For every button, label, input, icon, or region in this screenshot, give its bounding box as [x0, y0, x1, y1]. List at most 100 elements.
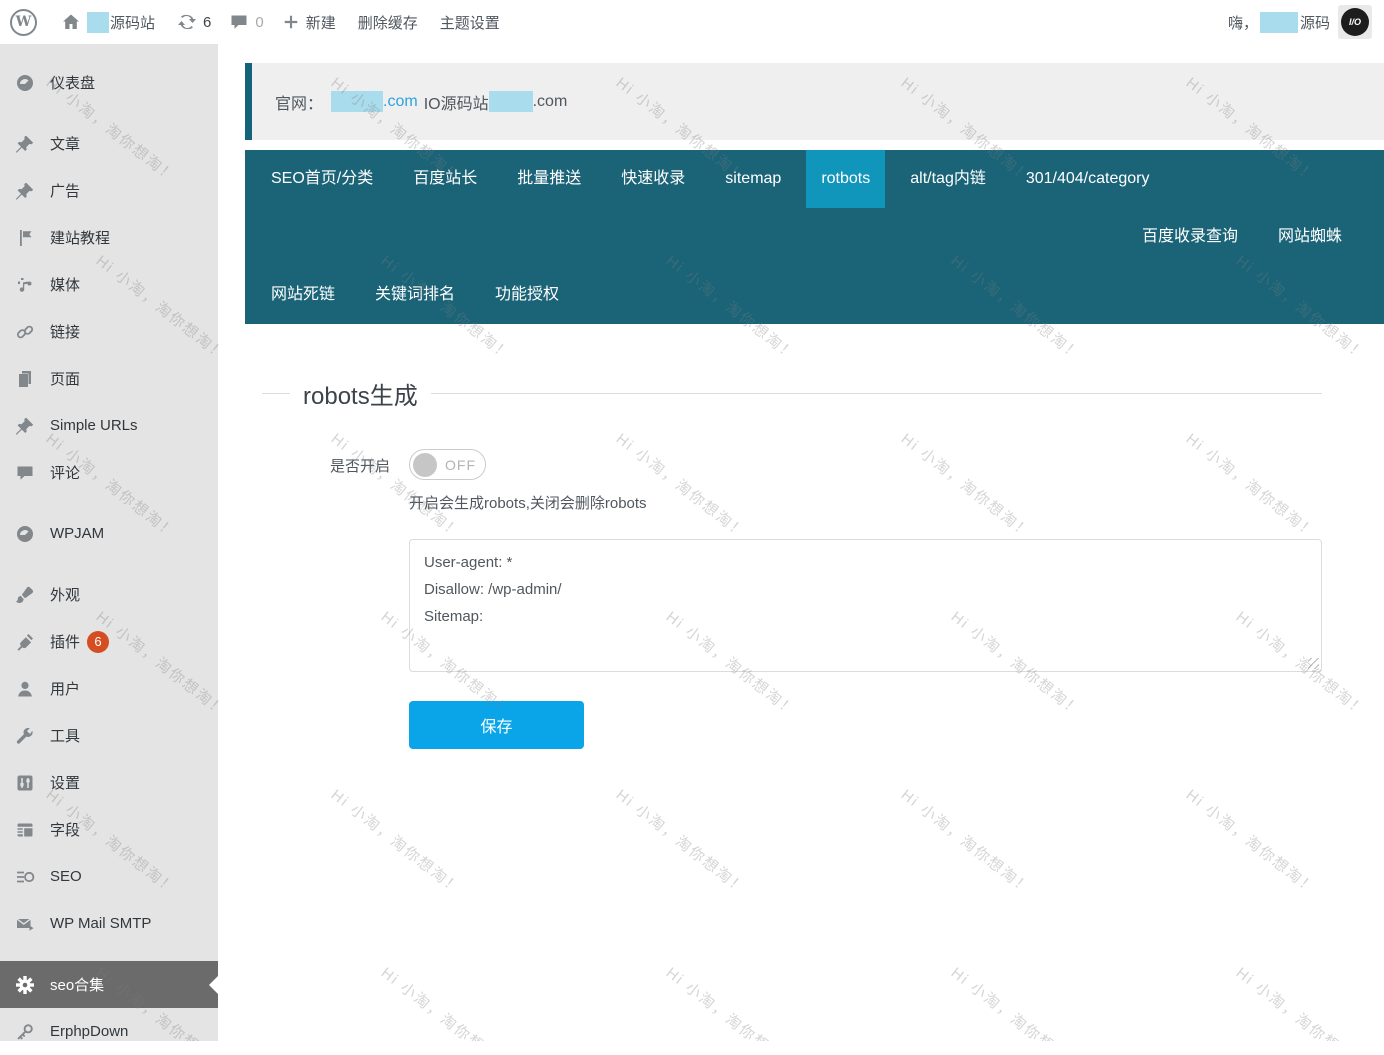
tab-rotbots[interactable]: rotbots [806, 150, 885, 208]
sidebar-item-links[interactable]: 链接 [0, 308, 218, 355]
pushpin-icon [15, 181, 35, 201]
wordpress-menu[interactable]: W [10, 9, 37, 36]
enable-label: 是否开启 [262, 449, 409, 480]
sidebar-item-tools[interactable]: 工具 [0, 712, 218, 759]
pushpin-icon [15, 416, 35, 436]
enable-row: 是否开启 OFF [262, 449, 1322, 480]
tab-site-spider[interactable]: 网站蜘蛛 [1263, 208, 1357, 266]
user-icon [15, 679, 35, 699]
tab-sitemap[interactable]: sitemap [710, 150, 796, 208]
sidebar-item-wp-mail-smtp[interactable]: WP Mail SMTP [0, 900, 218, 947]
save-row: 保存 [409, 677, 1322, 749]
tab-alt-tag-internal-link[interactable]: alt/tag内链 [895, 150, 1001, 208]
sidebar-item-ads[interactable]: 广告 [0, 167, 218, 214]
tab-keyword-ranking[interactable]: 关键词排名 [360, 266, 470, 324]
plus-icon [282, 13, 300, 31]
plugin-update-badge: 6 [87, 631, 109, 653]
enable-toggle[interactable]: OFF [409, 449, 486, 480]
tab-baidu-webmaster[interactable]: 百度站长 [398, 150, 492, 208]
sidebar-item-media[interactable]: 媒体 [0, 261, 218, 308]
sidebar-item-label: 插件 [50, 631, 80, 652]
pushpin-icon [15, 134, 35, 154]
censored-user-prefix [1260, 12, 1298, 33]
seo-plugin-nav: SEO首页/分类 百度站长 批量推送 快速收录 sitemap rotbots … [245, 150, 1384, 324]
seo-lines-icon [15, 867, 35, 887]
content-area: 官网： .com IO源码站 .com SEO首页/分类 百度站长 批量推送 快… [218, 44, 1384, 1041]
sidebar-item-site-tutorial[interactable]: 建站教程 [0, 214, 218, 261]
wordpress-logo-icon: W [10, 9, 37, 36]
brush-icon [15, 585, 35, 605]
tab-seo-home-category[interactable]: SEO首页/分类 [256, 150, 388, 208]
sidebar-item-label: 页面 [50, 368, 80, 389]
sidebar-item-wpjam[interactable]: WPJAM [0, 510, 218, 557]
sidebar-item-label: Simple URLs [50, 417, 138, 434]
sidebar-item-seo-collection[interactable]: seo合集 [0, 961, 218, 1008]
notice-prefix: 官网： [275, 90, 323, 114]
tab-baidu-index-query[interactable]: 百度收录查询 [1127, 208, 1253, 266]
sidebar-item-label: 评论 [50, 462, 80, 483]
section-head: robots生成 [262, 376, 1322, 411]
sidebar-item-users[interactable]: 用户 [0, 665, 218, 712]
gear-icon [15, 975, 35, 995]
sidebar-item-comments[interactable]: 评论 [0, 449, 218, 496]
sidebar-item-pages[interactable]: 页面 [0, 355, 218, 402]
tab-feature-authorization[interactable]: 功能授权 [480, 266, 574, 324]
sidebar-item-label: 媒体 [50, 274, 80, 295]
table-icon [15, 820, 35, 840]
sidebar-item-seo[interactable]: SEO [0, 853, 218, 900]
new-content-link[interactable]: 新建 [282, 12, 336, 33]
sidebar-item-plugins[interactable]: 插件 6 [0, 618, 218, 665]
sidebar-item-erphpdown[interactable]: ErphpDown [0, 1008, 218, 1055]
sidebar-item-label: 仪表盘 [50, 72, 95, 93]
account-menu[interactable]: 嗨， 源码 I/O [1228, 5, 1372, 39]
tab-301-404-category[interactable]: 301/404/category [1011, 150, 1165, 208]
comments-link[interactable]: 0 [229, 12, 263, 32]
textarea-resize-handle[interactable] [1308, 658, 1319, 669]
nav-row-1: SEO首页/分类 百度站长 批量推送 快速收录 sitemap rotbots … [245, 150, 1384, 208]
plugin-icon [15, 632, 35, 652]
comments-icon [229, 12, 249, 32]
clear-cache-label: 删除缓存 [358, 12, 418, 33]
sidebar-item-label: seo合集 [50, 974, 104, 995]
theme-settings-link[interactable]: 主题设置 [440, 12, 500, 33]
sidebar-item-posts[interactable]: 文章 [0, 120, 218, 167]
user-name: 源码 [1300, 12, 1330, 33]
media-icon [15, 275, 35, 295]
mail-icon [15, 914, 35, 934]
new-content-label: 新建 [306, 12, 336, 33]
avatar-frame[interactable]: I/O [1338, 5, 1372, 39]
head-line-left [262, 393, 290, 394]
tab-batch-push[interactable]: 批量推送 [502, 150, 596, 208]
nav-row-3: 网站死链 关键词排名 功能授权 [245, 266, 1384, 324]
updates-icon [177, 12, 197, 32]
theme-settings-label: 主题设置 [440, 12, 500, 33]
tab-quick-include[interactable]: 快速收录 [606, 150, 700, 208]
notice-middle-text: IO源码站 [424, 90, 489, 114]
toggle-state-label: OFF [445, 457, 476, 473]
sidebar-item-label: 设置 [50, 772, 80, 793]
sidebar-item-label: 外观 [50, 584, 80, 605]
avatar: I/O [1341, 8, 1369, 36]
comments-count: 0 [255, 14, 263, 31]
save-button[interactable]: 保存 [409, 701, 584, 749]
sidebar-item-dashboard[interactable]: 仪表盘 [0, 59, 218, 106]
toggle-knob [413, 453, 437, 477]
site-link[interactable]: 源码站 [61, 12, 155, 33]
updates-link[interactable]: 6 [177, 12, 211, 32]
domain-1-link[interactable]: .com [383, 93, 418, 111]
censored-domain-1 [331, 91, 383, 112]
clear-cache-link[interactable]: 删除缓存 [358, 12, 418, 33]
censored-site-prefix [87, 12, 109, 33]
robots-textarea[interactable]: User-agent: * Disallow: /wp-admin/ Sitem… [409, 539, 1322, 672]
censored-domain-2 [489, 91, 533, 112]
sidebar-item-fields[interactable]: 字段 [0, 806, 218, 853]
sidebar-item-appearance[interactable]: 外观 [0, 571, 218, 618]
sidebar-item-settings[interactable]: 设置 [0, 759, 218, 806]
sidebar-item-label: 链接 [50, 321, 80, 342]
sliders-icon [15, 773, 35, 793]
tab-site-dead-link[interactable]: 网站死链 [256, 266, 350, 324]
wrench-icon [15, 726, 35, 746]
sidebar-item-label: 广告 [50, 180, 80, 201]
sidebar-item-label: WPJAM [50, 525, 104, 542]
sidebar-item-simple-urls[interactable]: Simple URLs [0, 402, 218, 449]
